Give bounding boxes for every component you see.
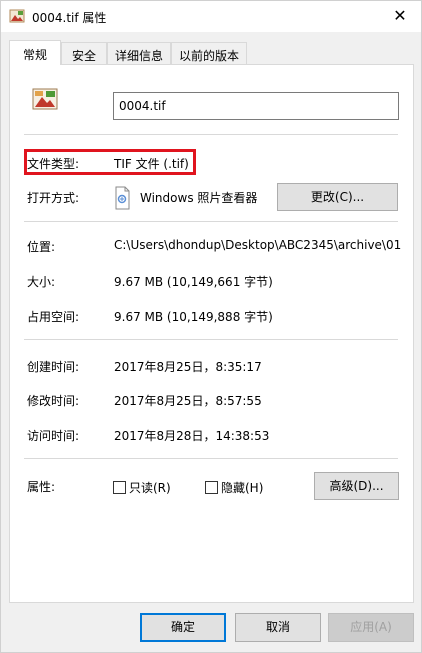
file-type-label: 文件类型: <box>27 157 80 171</box>
change-button[interactable]: 更改(C)... <box>277 183 398 211</box>
created-value: 2017年8月25日，8:35:17 <box>114 360 262 374</box>
attributes-label: 属性: <box>27 480 56 494</box>
filename-input[interactable] <box>113 92 399 120</box>
title-bar: 0004.tif 属性 ✕ <box>1 1 421 32</box>
opens-with-label: 打开方式: <box>27 191 80 205</box>
accessed-label: 访问时间: <box>27 429 80 443</box>
ok-button[interactable]: 确定 <box>140 613 226 642</box>
photo-viewer-icon <box>115 186 130 210</box>
file-type-value: TIF 文件 (.tif) <box>114 157 189 171</box>
general-panel: 文件类型: TIF 文件 (.tif) 打开方式: Windows 照片查看器 … <box>9 64 414 603</box>
readonly-label[interactable]: 只读(R) <box>129 479 171 496</box>
divider <box>24 134 398 135</box>
readonly-checkbox[interactable] <box>113 481 126 494</box>
apply-button[interactable]: 应用(A) <box>328 613 414 642</box>
opens-with-value: Windows 照片查看器 <box>140 191 258 205</box>
divider <box>24 339 398 340</box>
tab-details[interactable]: 详细信息 <box>107 42 171 65</box>
tab-security[interactable]: 安全 <box>61 42 107 65</box>
advanced-button[interactable]: 高级(D)... <box>314 472 399 500</box>
window-title: 0004.tif 属性 <box>32 11 107 25</box>
disk-size-label: 占用空间: <box>27 310 80 324</box>
size-value: 9.67 MB (10,149,661 字节) <box>114 275 273 289</box>
created-label: 创建时间: <box>27 360 80 374</box>
modified-label: 修改时间: <box>27 394 80 408</box>
divider <box>24 458 398 459</box>
accessed-value: 2017年8月28日，14:38:53 <box>114 429 270 443</box>
location-label: 位置: <box>27 240 56 254</box>
hidden-checkbox[interactable] <box>205 481 218 494</box>
close-icon[interactable]: ✕ <box>389 5 411 27</box>
tab-general[interactable]: 常规 <box>9 40 61 65</box>
size-label: 大小: <box>27 275 56 289</box>
modified-value: 2017年8月25日，8:57:55 <box>114 394 262 408</box>
cancel-button[interactable]: 取消 <box>235 613 321 642</box>
location-value: C:\Users\dhondup\Desktop\ABC2345\archive… <box>114 238 402 252</box>
divider <box>24 221 398 222</box>
tab-previous-versions[interactable]: 以前的版本 <box>171 42 247 65</box>
tif-file-icon <box>9 9 25 23</box>
properties-window: 0004.tif 属性 ✕ 常规 安全 详细信息 以前的版本 文件类型: TIF… <box>0 0 422 653</box>
image-file-icon <box>32 88 58 110</box>
hidden-label[interactable]: 隐藏(H) <box>221 479 263 496</box>
disk-size-value: 9.67 MB (10,149,888 字节) <box>114 310 273 324</box>
